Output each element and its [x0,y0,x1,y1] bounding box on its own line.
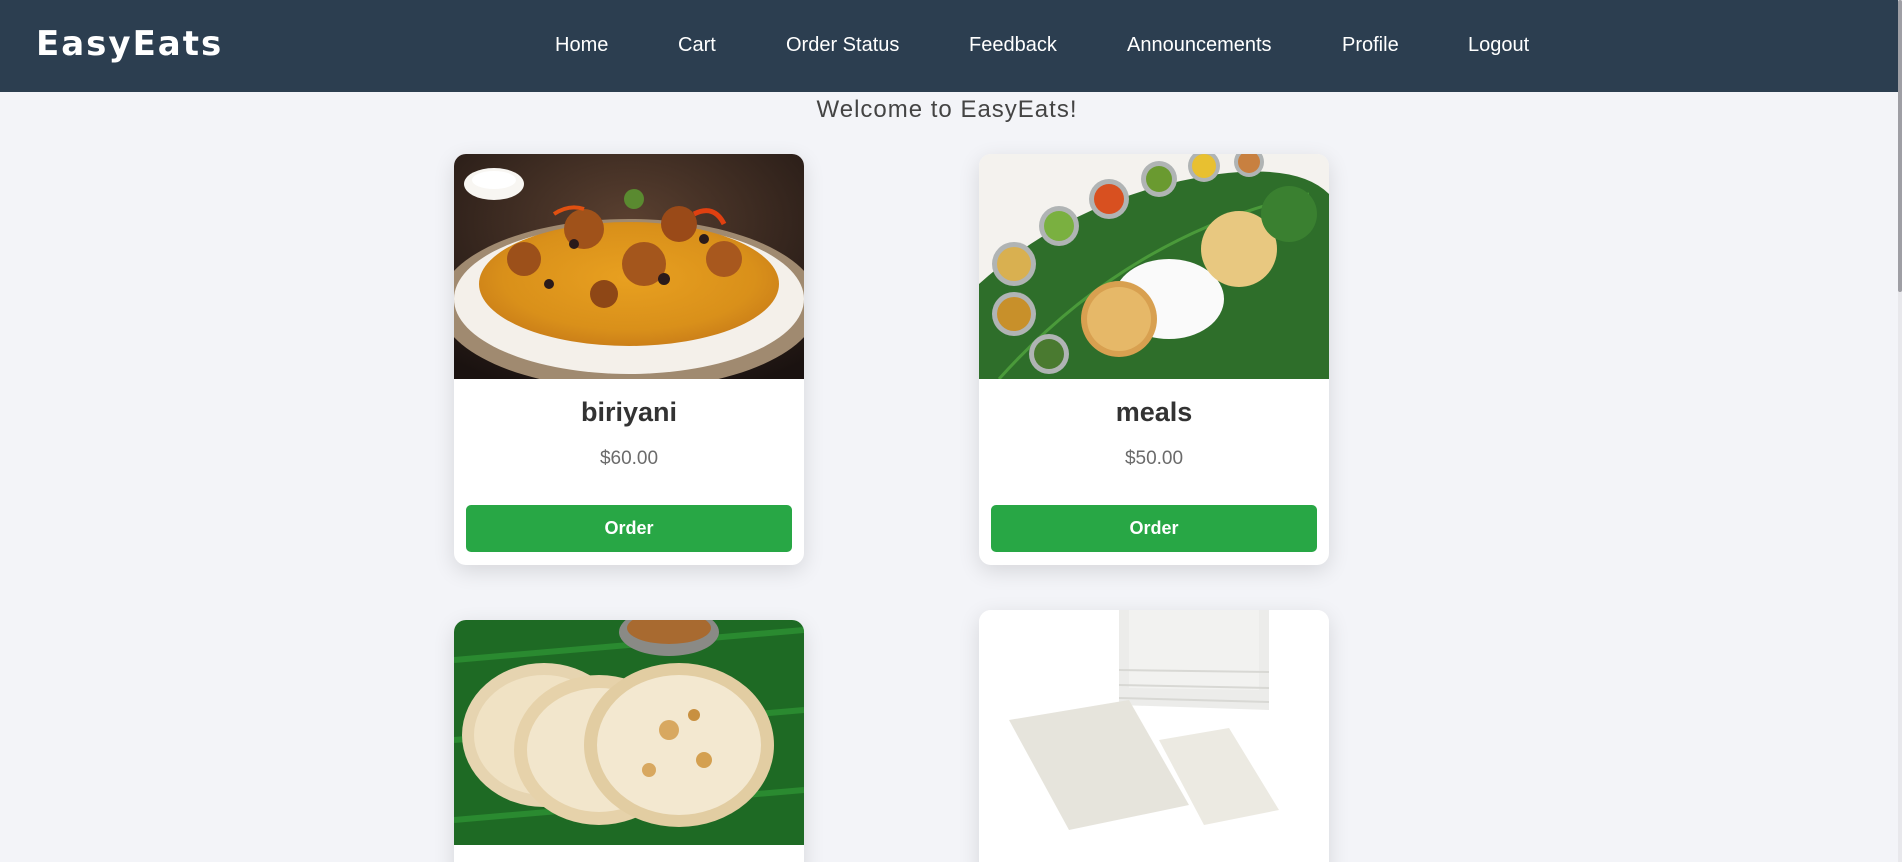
nav-link-home[interactable]: Home [555,34,608,57]
product-price: $60.00 [599,448,659,469]
product-card: biriyani $60.00 Order [454,154,804,565]
order-button[interactable]: Order [466,505,792,552]
product-image-meals [979,154,1329,379]
top-navbar: EasyEats Home Cart Order Status Feedback… [0,0,1898,92]
nav-link-feedback[interactable]: Feedback [969,34,1057,57]
nav-link-order-status[interactable]: Order Status [786,34,899,57]
product-card: meals $50.00 Order [979,154,1329,565]
welcome-heading: Welcome to EasyEats! [816,96,1078,123]
product-card [454,620,804,862]
nav-link-announcements[interactable]: Announcements [1127,34,1272,57]
product-image-biriyani [454,154,804,379]
product-price: $50.00 [1124,448,1184,469]
product-name: biriyani [580,397,678,427]
nav-link-cart[interactable]: Cart [678,34,716,57]
nav-link-profile[interactable]: Profile [1342,34,1399,57]
brand-logo[interactable]: EasyEats [36,24,223,64]
scrollbar-thumb[interactable] [1898,0,1902,292]
product-name: meals [1115,397,1193,427]
nav-link-logout[interactable]: Logout [1468,34,1529,57]
page-scrollbar[interactable] [1898,0,1902,862]
order-button[interactable]: Order [991,505,1317,552]
product-image-parotta [454,620,804,845]
product-image-appam-paper [979,610,1329,835]
product-card [979,610,1329,862]
